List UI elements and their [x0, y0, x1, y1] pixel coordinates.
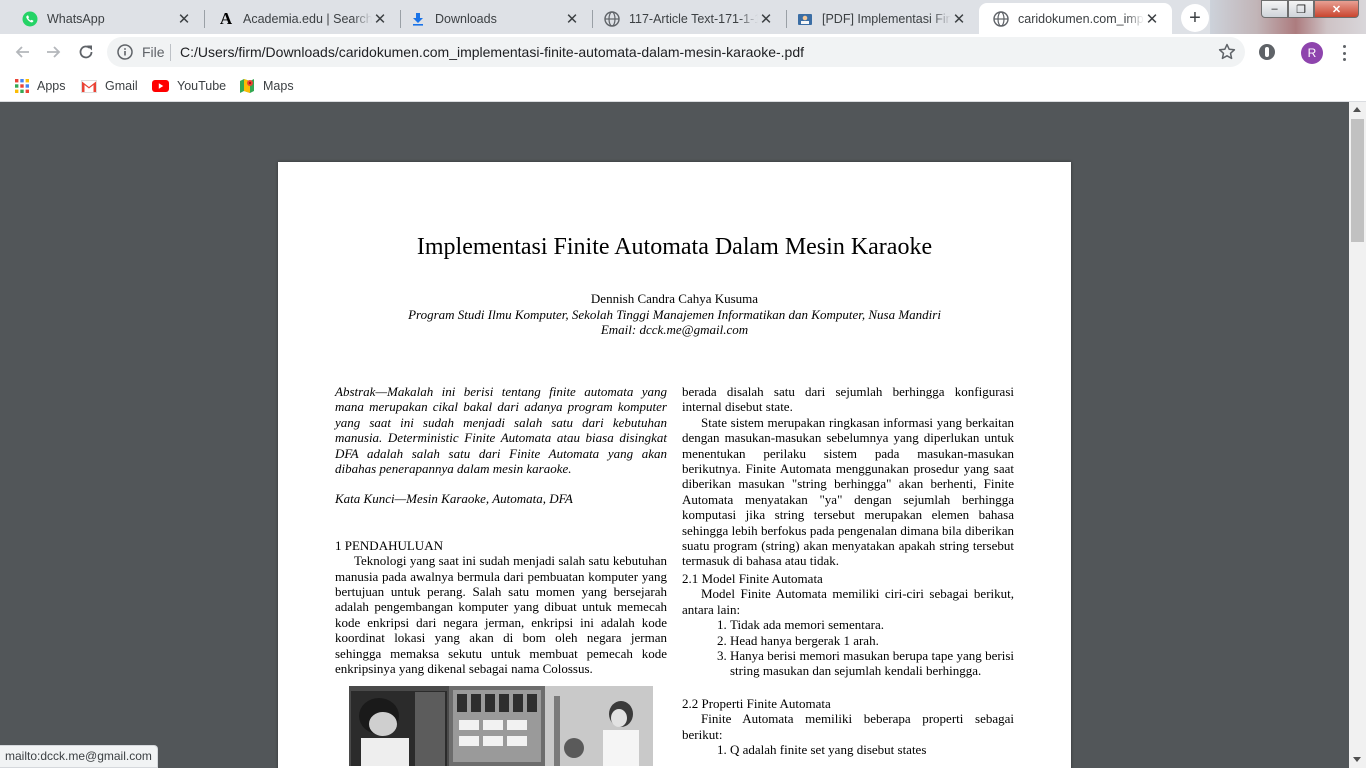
toolbar: File C:/Users/firm/Downloads/caridokumen… [0, 34, 1366, 70]
pdf-viewer[interactable]: Implementasi Finite Automata Dalam Mesin… [0, 102, 1349, 768]
maximize-button[interactable]: ❐ [1288, 0, 1314, 18]
back-arrow-icon [15, 46, 29, 58]
left-column: Abstrak—Makalah ini berisi tentang finit… [335, 384, 667, 766]
tab-academia[interactable]: A Academia.edu | Search | A ✕ [204, 3, 400, 34]
scrollbar-thumb[interactable] [1351, 119, 1364, 242]
close-icon[interactable]: ✕ [372, 11, 388, 28]
tab-title: caridokumen.com_imple [1018, 11, 1144, 26]
author-name: Dennish Candra Cahya Kusuma [590, 291, 759, 306]
numbered-list: Q adalah finite set yang disebut states [682, 742, 1014, 757]
tab-title: WhatsApp [47, 11, 105, 26]
bookmarks-bar: Apps Gmail YouTube Maps [0, 70, 1366, 102]
colossus-photo [349, 685, 653, 766]
download-icon [410, 11, 426, 27]
forward-arrow-icon [47, 46, 61, 58]
tab-title: [PDF] Implementasi Finite [822, 11, 951, 26]
bookmark-apps[interactable]: Apps [15, 76, 66, 96]
section-heading: 1 PENDAHULUAN [335, 537, 443, 553]
scroll-down-arrow-icon[interactable] [1353, 757, 1361, 762]
maps-icon [240, 79, 254, 93]
bookmark-label: Apps [37, 79, 66, 93]
address-bar[interactable]: File C:/Users/firm/Downloads/caridokumen… [107, 37, 1245, 67]
tab-whatsapp[interactable]: WhatsApp ✕ [8, 3, 204, 34]
close-icon[interactable]: ✕ [564, 11, 580, 28]
vertical-scrollbar[interactable] [1349, 102, 1366, 768]
scroll-up-arrow-icon[interactable] [1353, 107, 1361, 112]
subsection-heading: 2.2 Properti Finite Automata [682, 695, 831, 711]
info-icon[interactable] [117, 44, 133, 60]
close-icon[interactable]: ✕ [1144, 11, 1160, 28]
bookmark-label: YouTube [177, 79, 227, 93]
menu-icon[interactable] [1336, 43, 1352, 63]
body-paragraph: Teknologi yang saat ini sudah menjadi sa… [335, 553, 667, 677]
bookmark-gmail[interactable]: Gmail [81, 76, 138, 96]
tab-title: Academia.edu | Search | A [243, 11, 372, 26]
window-controls: – ❐ ✕ [1261, 0, 1366, 20]
tab-downloads[interactable]: Downloads ✕ [396, 3, 592, 34]
body-paragraph: Finite Automata memiliki beberapa proper… [682, 711, 1014, 742]
profile-avatar[interactable]: R [1301, 42, 1323, 64]
body-paragraph: berada disalah satu dari sejumlah berhin… [682, 384, 1014, 415]
list-item: Hanya berisi memori masukan berupa tape … [730, 648, 1014, 679]
tab-article-text[interactable]: 117-Article Text-171-1-1 ✕ [590, 3, 786, 34]
forward-button[interactable] [40, 38, 68, 66]
bookmark-label: Maps [263, 79, 294, 93]
apps-grid-icon [15, 79, 29, 93]
reload-button[interactable] [72, 38, 100, 66]
pdf-page: Implementasi Finite Automata Dalam Mesin… [278, 162, 1071, 768]
close-window-button[interactable]: ✕ [1314, 0, 1359, 18]
body-paragraph: Model Finite Automata memiliki ciri-ciri… [682, 586, 1014, 617]
close-icon[interactable]: ✕ [758, 11, 774, 28]
minimize-button[interactable]: – [1261, 0, 1288, 18]
reader-icon [797, 11, 813, 27]
numbered-list: Tidak ada memori sementara. Head hanya b… [682, 617, 1014, 679]
academia-icon: A [219, 8, 233, 28]
author-email-link[interactable]: Email: dcck.me@gmail.com [278, 322, 1071, 338]
author-affiliation: Program Studi Ilmu Komputer, Sekolah Tin… [408, 307, 941, 322]
keywords-paragraph: Kata Kunci—Mesin Karaoke, Automata, DFA [335, 491, 573, 507]
tab-title: Downloads [435, 11, 497, 26]
close-icon[interactable]: ✕ [951, 11, 967, 28]
extension-icon[interactable] [1257, 42, 1277, 62]
subsection-heading: 2.1 Model Finite Automata [682, 570, 823, 586]
globe-icon [993, 10, 1009, 27]
plus-icon: + [1189, 6, 1201, 29]
new-tab-button[interactable]: + [1181, 4, 1209, 32]
scheme-label: File [142, 44, 165, 60]
bookmark-youtube[interactable]: YouTube [152, 76, 226, 96]
globe-icon [604, 10, 620, 27]
tab-strip: WhatsApp ✕ A Academia.edu | Search | A ✕… [0, 0, 1366, 34]
url-text[interactable]: C:/Users/firm/Downloads/caridokumen.com_… [180, 44, 804, 60]
tab-caridokumen[interactable]: caridokumen.com_imple ✕ [979, 3, 1172, 34]
youtube-icon [152, 80, 169, 92]
gmail-icon [81, 79, 97, 93]
bookmark-label: Gmail [105, 79, 138, 93]
close-icon[interactable]: ✕ [176, 11, 192, 28]
bookmark-maps[interactable]: Maps [239, 76, 294, 96]
tab-title: 117-Article Text-171-1-1 [629, 11, 758, 26]
list-item: Head hanya bergerak 1 arah. [730, 633, 1014, 648]
status-bubble: mailto:dcck.me@gmail.com [0, 745, 158, 768]
divider [170, 44, 171, 61]
body-paragraph: State sistem merupakan ringkasan informa… [682, 414, 1014, 569]
reload-icon [79, 45, 93, 59]
list-item: Q adalah finite set yang disebut states [730, 742, 1014, 757]
list-item: Tidak ada memori sementara. [730, 617, 1014, 632]
abstract-paragraph: Abstrak—Makalah ini berisi tentang finit… [335, 384, 667, 477]
back-button[interactable] [8, 38, 36, 66]
bookmark-star-icon[interactable] [1217, 42, 1237, 62]
tab-pdf-implementasi[interactable]: [PDF] Implementasi Finite ✕ [783, 3, 979, 34]
document-title: Implementasi Finite Automata Dalam Mesin… [416, 234, 933, 260]
whatsapp-icon [22, 11, 38, 27]
right-column: berada disalah satu dari sejumlah berhin… [682, 384, 1014, 757]
